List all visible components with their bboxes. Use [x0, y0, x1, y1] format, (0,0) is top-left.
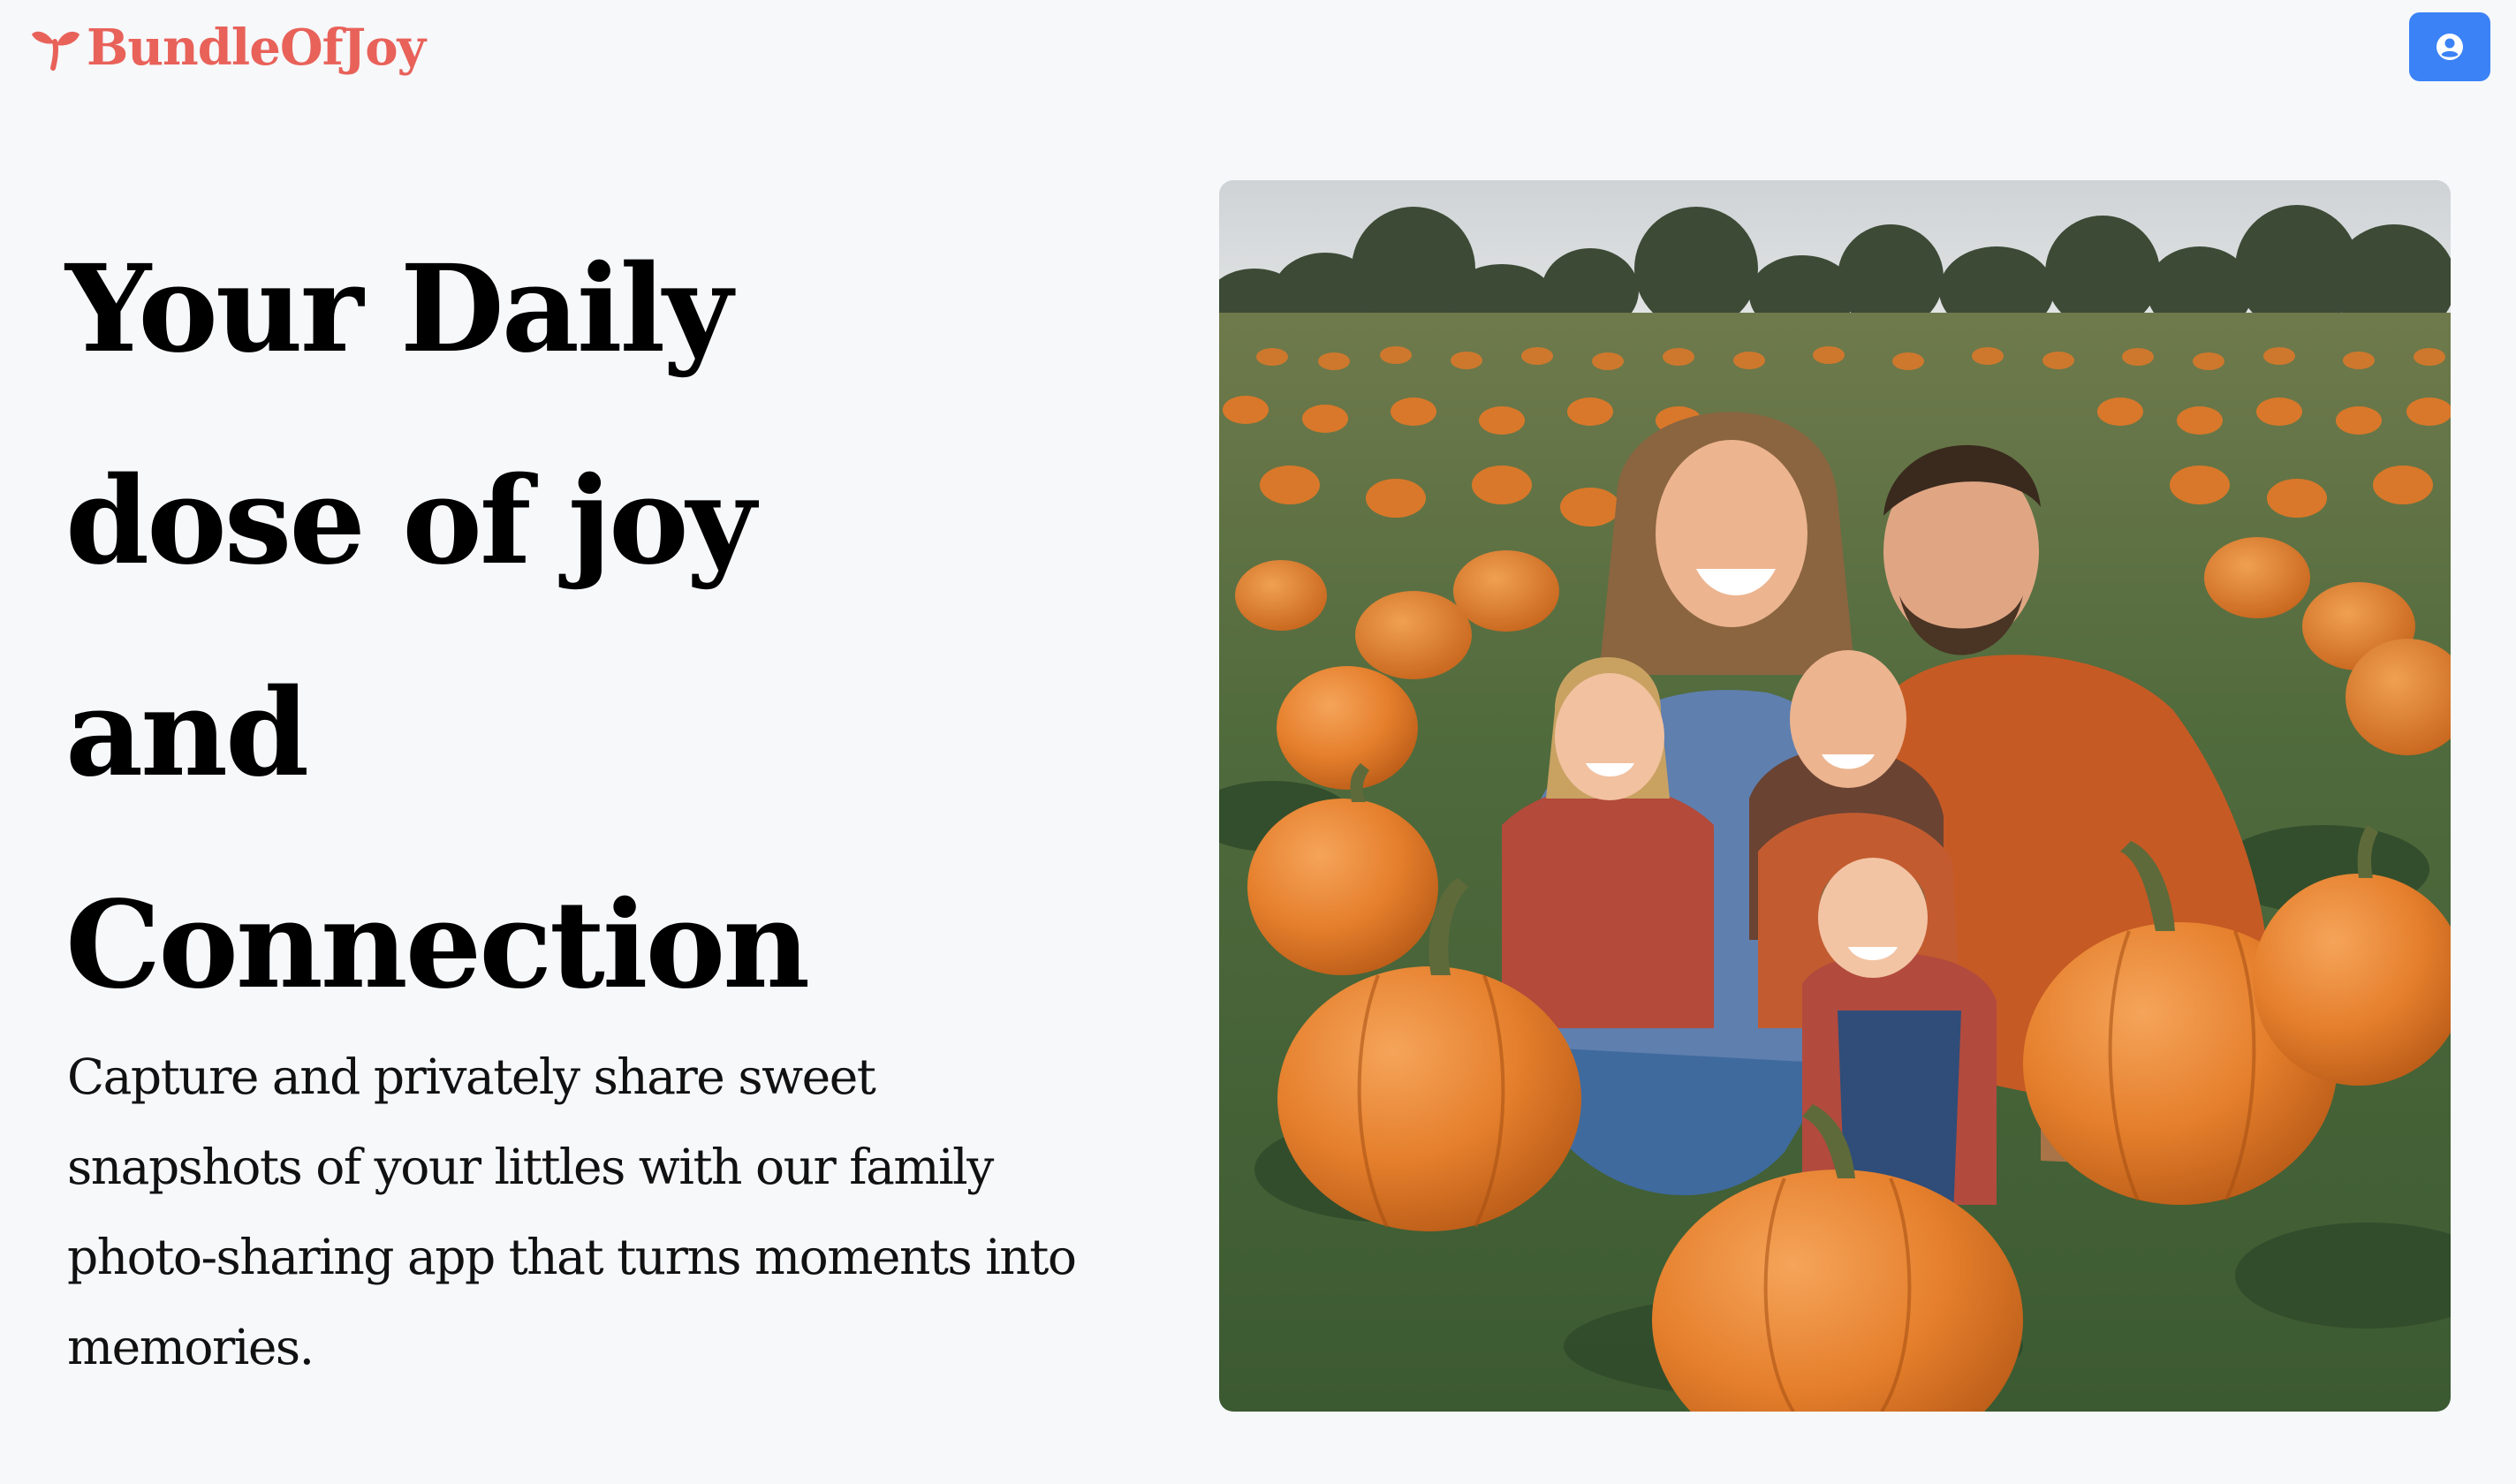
user-circle-icon [2436, 34, 2463, 60]
hero-title: Your Daily dose of joy and Connection [65, 203, 1125, 1051]
site-header: BundleOfJoy [0, 0, 2516, 97]
hero-title-line: Connection [65, 874, 810, 1016]
brand-name: BundleOfJoy [87, 19, 426, 77]
account-button[interactable] [2409, 12, 2490, 81]
sprout-icon [32, 31, 80, 71]
hero-description: Capture and privately share sweet snapsh… [67, 1049, 1077, 1375]
hero-title-line: dose of joy [65, 450, 756, 592]
hero-title-line: and [65, 662, 309, 804]
brand-logo-link[interactable]: BundleOfJoy [30, 16, 426, 80]
family-photo-image [1219, 180, 2451, 1412]
hero-title-line: Your Daily [65, 238, 732, 380]
